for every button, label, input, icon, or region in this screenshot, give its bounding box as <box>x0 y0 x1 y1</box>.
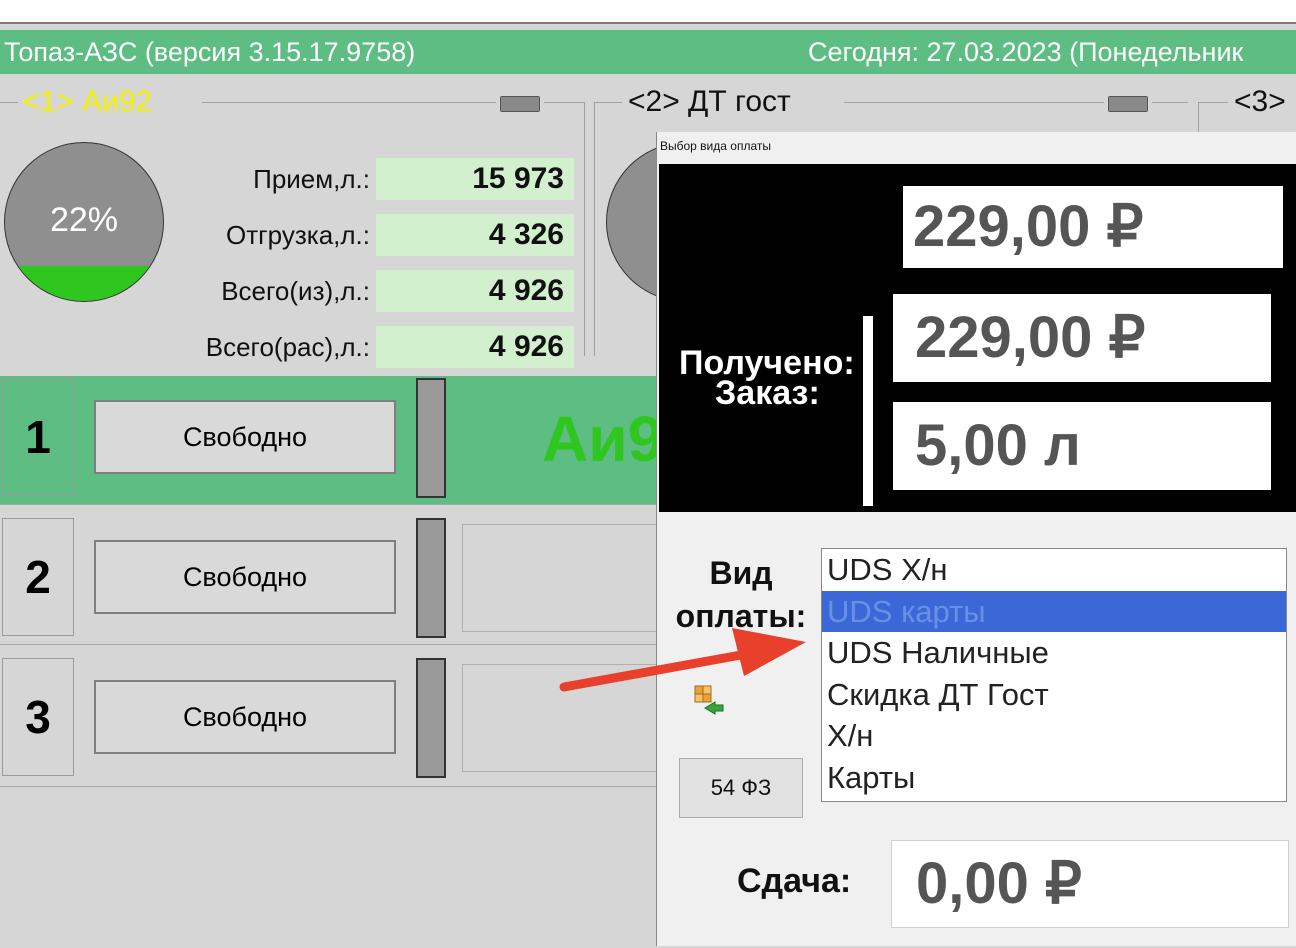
pump-title-3: <3> <box>1234 85 1286 118</box>
app-title: Топаз-АЗС (версия 3.15.17.9758) <box>4 37 416 67</box>
pump-indicator-2 <box>1108 96 1148 112</box>
nozzle-status-button-3[interactable]: Свободно <box>94 680 396 754</box>
tank-level-fill <box>5 266 163 301</box>
stat-value-total-calc: 4 926 <box>376 326 574 368</box>
payment-option[interactable]: Х/н <box>822 715 1286 757</box>
nozzle-slot-2 <box>416 518 446 638</box>
change-label: Сдача: <box>737 862 852 900</box>
current-date: Сегодня: 27.03.2023 (Понедельник <box>808 37 1244 67</box>
amount-panel: Получено: 229,00 ₽ Заказ: 229,00 ₽ 5,00 … <box>659 164 1296 512</box>
stat-label-receipt: Прием,л.: <box>253 164 370 194</box>
nozzle-status-button-2[interactable]: Свободно <box>94 540 396 614</box>
nozzle-number-3: 3 <box>2 658 74 776</box>
payment-type-label: Вид оплаты: <box>675 555 807 634</box>
nozzle-number-2: 2 <box>2 518 74 636</box>
payment-type-dialog: Выбор вида оплаты Получено: 229,00 ₽ Зак… <box>656 132 1296 946</box>
received-amount: 229,00 ₽ <box>903 186 1283 268</box>
stat-value-shipment: 4 326 <box>376 214 574 256</box>
stat-label-total-calc: Всего(рас),л.: <box>205 332 370 362</box>
payment-option[interactable]: UDS Х/н <box>822 549 1286 591</box>
nozzle-status-button-1[interactable]: Свободно <box>94 400 396 474</box>
stat-value-receipt: 15 973 <box>376 158 574 200</box>
payment-option[interactable]: Скидка ДТ Гост <box>822 674 1286 716</box>
title-bar: Топаз-АЗС (версия 3.15.17.9758) Сегодня:… <box>0 30 1296 74</box>
payment-swap-icon[interactable] <box>693 684 727 716</box>
payment-type-list[interactable]: UDS Х/н UDS карты UDS Наличные Скидка ДТ… <box>821 548 1287 802</box>
pump-title-2: <2> ДТ гост <box>628 85 791 118</box>
stat-value-total-from: 4 926 <box>376 270 574 312</box>
payment-option-selected[interactable]: UDS карты <box>822 590 1286 632</box>
pump-title-1: <1> Аи92 <box>22 85 153 118</box>
dialog-title: Выбор вида оплаты <box>660 139 771 153</box>
order-bracket <box>863 316 873 506</box>
stat-label-shipment: Отгрузка,л.: <box>226 220 370 250</box>
order-amount: 229,00 ₽ <box>893 294 1271 382</box>
change-amount: 0,00 ₽ <box>891 840 1289 928</box>
pump-indicator-1 <box>500 96 540 112</box>
payment-option[interactable]: UDS Наличные <box>822 632 1286 674</box>
tank-level-percent: 22% <box>49 201 119 239</box>
payment-option[interactable]: Карты <box>822 757 1286 799</box>
order-label: Заказ: <box>715 374 820 412</box>
pump-panel-1: <1> Аи92 22% Прием,л.: 15 973 Отгрузка,л… <box>0 76 590 368</box>
fuel-name-overlay: Аи9 <box>542 403 664 475</box>
nozzle-slot-1 <box>416 378 446 498</box>
fz54-button[interactable]: 54 ФЗ <box>679 758 803 818</box>
tank-level-gauge: 22% <box>4 142 164 302</box>
nozzle-slot-3 <box>416 658 446 778</box>
stat-label-total-from: Всего(из),л.: <box>221 276 370 306</box>
order-volume: 5,00 л <box>893 402 1271 490</box>
nozzle-number-1: 1 <box>2 378 74 496</box>
